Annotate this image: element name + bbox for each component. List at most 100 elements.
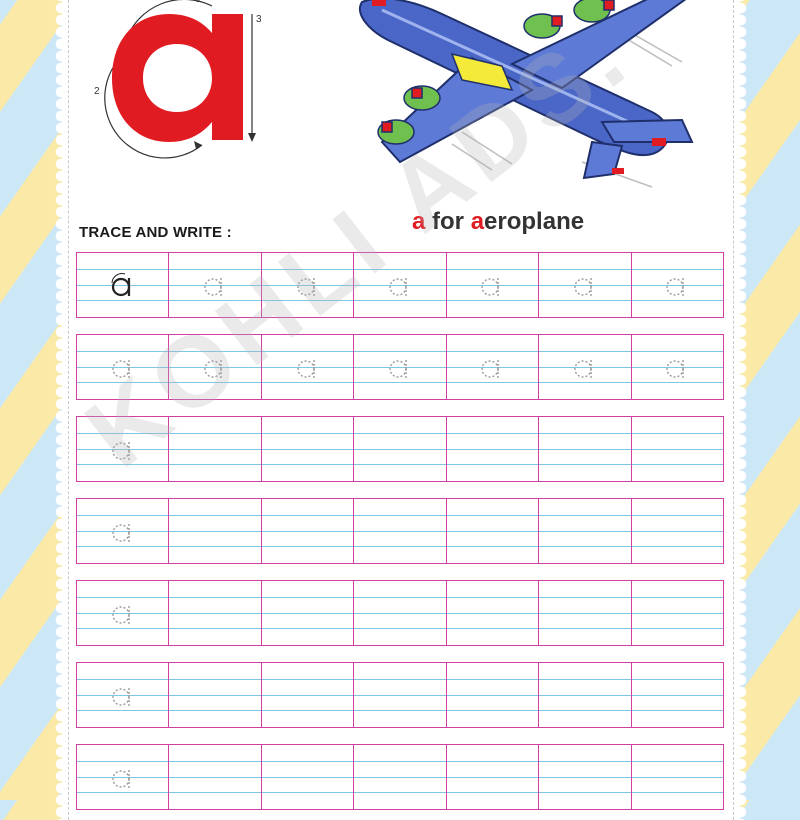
stroke-number-3: 3 [256, 14, 262, 25]
trace-letter [77, 598, 168, 628]
writing-cell[interactable] [354, 499, 447, 563]
writing-cell[interactable] [354, 253, 447, 317]
dotted-letter-icon [112, 442, 130, 460]
dotted-letter-icon [112, 770, 130, 788]
writing-cell[interactable] [447, 417, 540, 481]
writing-cell[interactable] [262, 253, 355, 317]
tracing-row [76, 580, 724, 646]
tracing-row [76, 744, 724, 810]
writing-cell[interactable] [447, 335, 540, 399]
writing-cell[interactable] [77, 663, 170, 727]
dotted-letter-icon [666, 278, 684, 296]
trace-letter [539, 270, 630, 300]
tracing-row [76, 416, 724, 482]
trace-letter [354, 352, 445, 382]
writing-cell[interactable] [169, 745, 262, 809]
writing-cell[interactable] [169, 253, 262, 317]
subtitle: a for aeroplane [412, 208, 584, 236]
trace-letter [539, 352, 630, 382]
writing-cell[interactable] [632, 663, 723, 727]
writing-cell[interactable] [447, 581, 540, 645]
subtitle-for: for [425, 208, 471, 235]
dotted-letter-icon [574, 360, 592, 378]
dotted-letter-icon [296, 278, 315, 296]
writing-cell[interactable] [539, 745, 632, 809]
writing-cell[interactable] [632, 417, 723, 481]
trace-and-write-heading: TRACE AND WRITE : [79, 224, 232, 241]
writing-cell[interactable] [77, 499, 170, 563]
writing-cell[interactable] [262, 745, 355, 809]
writing-cell[interactable] [354, 581, 447, 645]
writing-cell[interactable] [539, 663, 632, 727]
dotted-letter-icon [296, 360, 315, 378]
trace-letter [77, 270, 168, 300]
writing-cell[interactable] [447, 253, 540, 317]
writing-cell[interactable] [262, 499, 355, 563]
writing-cell[interactable] [447, 499, 540, 563]
writing-cell[interactable] [539, 499, 632, 563]
writing-cell[interactable] [77, 253, 170, 317]
trace-letter [77, 352, 168, 382]
dotted-letter-icon [204, 360, 222, 378]
subtitle-letter: a [412, 208, 426, 235]
writing-cell[interactable] [169, 499, 262, 563]
writing-cell[interactable] [632, 335, 723, 399]
writing-cell[interactable] [169, 663, 262, 727]
dotted-letter-icon [112, 524, 130, 542]
trace-letter [262, 270, 353, 300]
writing-cell[interactable] [632, 581, 723, 645]
subtitle-word-rest: eroplane [484, 208, 585, 235]
trace-letter [447, 352, 538, 382]
trace-letter [447, 270, 538, 300]
writing-cell[interactable] [539, 417, 632, 481]
writing-cell[interactable] [447, 745, 540, 809]
writing-cell[interactable] [632, 499, 723, 563]
writing-cell[interactable] [77, 581, 170, 645]
stroke-number-2: 2 [94, 86, 100, 97]
dotted-letter-icon [204, 278, 222, 296]
writing-cell[interactable] [539, 335, 632, 399]
dotted-letter-icon [112, 360, 130, 378]
trace-letter [77, 516, 168, 546]
writing-cell[interactable] [77, 335, 170, 399]
dotted-letter-icon [389, 360, 407, 378]
scalloped-edge-right [735, 0, 747, 820]
letter-stroke-guide: 1 2 3 [92, 0, 272, 165]
dotted-letter-icon [481, 360, 500, 378]
writing-cell[interactable] [262, 581, 355, 645]
dotted-letter-icon [574, 278, 592, 296]
writing-cell[interactable] [169, 417, 262, 481]
big-letter-a-icon [104, 0, 256, 159]
trace-letter [77, 680, 168, 710]
stroke-number-1: 1 [196, 0, 202, 5]
writing-cell[interactable] [447, 663, 540, 727]
writing-cell[interactable] [262, 417, 355, 481]
writing-cell[interactable] [354, 417, 447, 481]
writing-cell[interactable] [169, 581, 262, 645]
writing-cell[interactable] [539, 253, 632, 317]
trace-letter [262, 352, 353, 382]
writing-cell[interactable] [169, 335, 262, 399]
writing-cell[interactable] [262, 335, 355, 399]
aeroplane-illustration-icon [359, 0, 694, 188]
writing-cell[interactable] [632, 253, 723, 317]
trace-letter [169, 352, 260, 382]
writing-cell[interactable] [77, 745, 170, 809]
dotted-letter-icon [112, 688, 130, 706]
dotted-letter-icon [389, 278, 407, 296]
writing-cell[interactable] [354, 335, 447, 399]
trace-letter [77, 434, 168, 464]
writing-cell[interactable] [354, 663, 447, 727]
writing-cell[interactable] [354, 745, 447, 809]
writing-cell[interactable] [262, 663, 355, 727]
solid-letter-icon [111, 273, 130, 297]
trace-letter [632, 352, 723, 382]
dotted-letter-icon [481, 278, 500, 296]
writing-cell[interactable] [77, 417, 170, 481]
trace-letter [354, 270, 445, 300]
writing-cell[interactable] [539, 581, 632, 645]
dotted-letter-icon [666, 360, 684, 378]
writing-cell[interactable] [632, 745, 723, 809]
tracing-row [76, 662, 724, 728]
tracing-row [76, 334, 724, 400]
